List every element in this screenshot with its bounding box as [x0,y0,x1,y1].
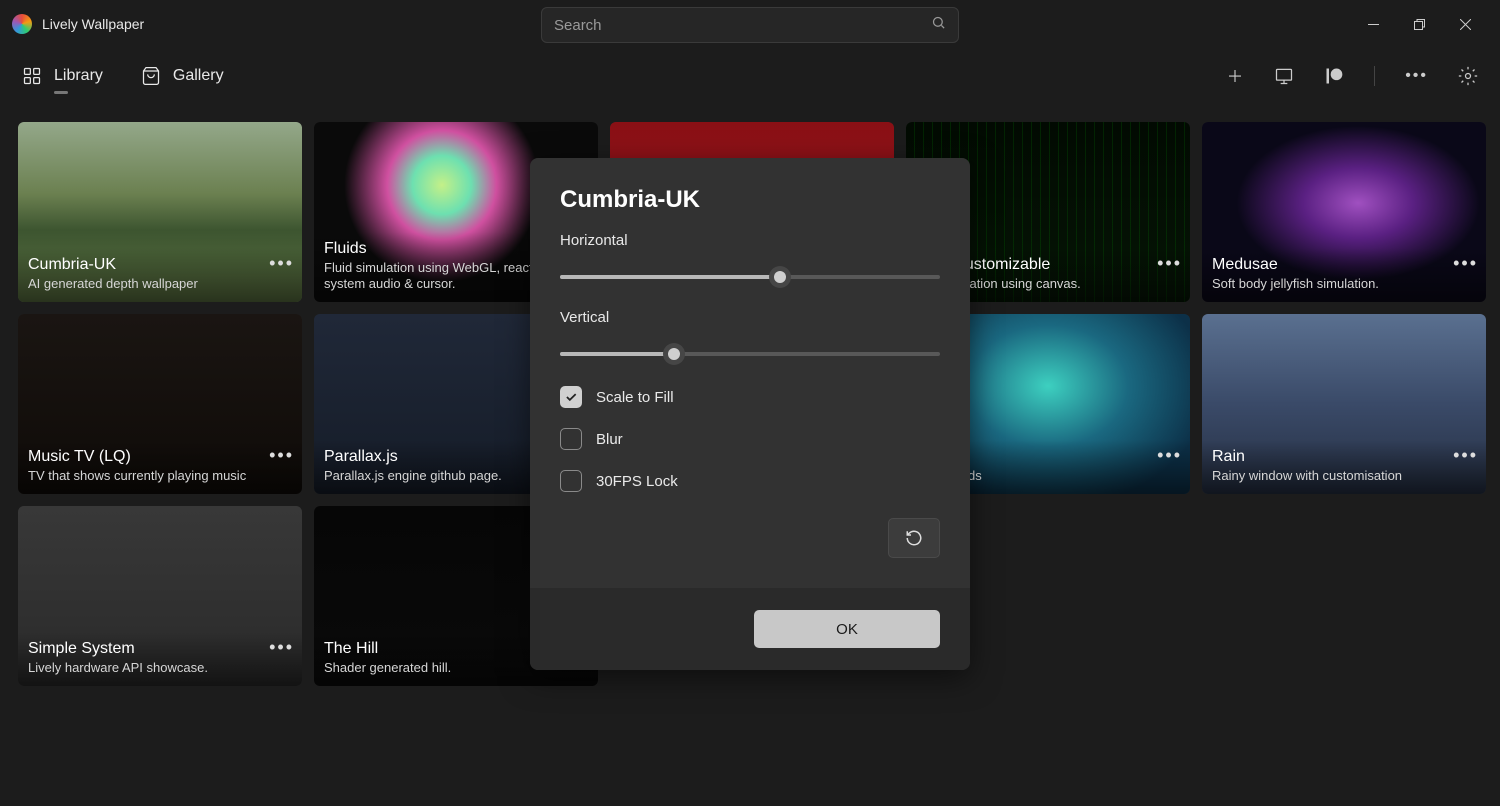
vertical-slider[interactable] [560,344,940,364]
ok-button[interactable]: OK [754,610,940,648]
dialog-footer: OK [530,588,970,670]
horizontal-slider[interactable] [560,267,940,287]
reset-button[interactable] [888,518,940,558]
customize-dialog: Cumbria-UK Horizontal Vertical Scale to … [530,158,970,670]
slider-thumb[interactable] [663,343,685,365]
checkbox-icon [560,428,582,450]
slider-thumb[interactable] [769,266,791,288]
blur-checkbox[interactable]: Blur [560,428,940,450]
scale-to-fill-checkbox[interactable]: Scale to Fill [560,386,940,408]
checkbox-icon [560,386,582,408]
vertical-label: Vertical [560,309,940,326]
checkbox-label: Blur [596,431,623,448]
dialog-title: Cumbria-UK [560,186,940,214]
checkbox-label: 30FPS Lock [596,473,678,490]
fps-lock-checkbox[interactable]: 30FPS Lock [560,470,940,492]
checkbox-icon [560,470,582,492]
reset-icon [905,529,923,547]
horizontal-label: Horizontal [560,232,940,249]
checkbox-label: Scale to Fill [596,389,674,406]
